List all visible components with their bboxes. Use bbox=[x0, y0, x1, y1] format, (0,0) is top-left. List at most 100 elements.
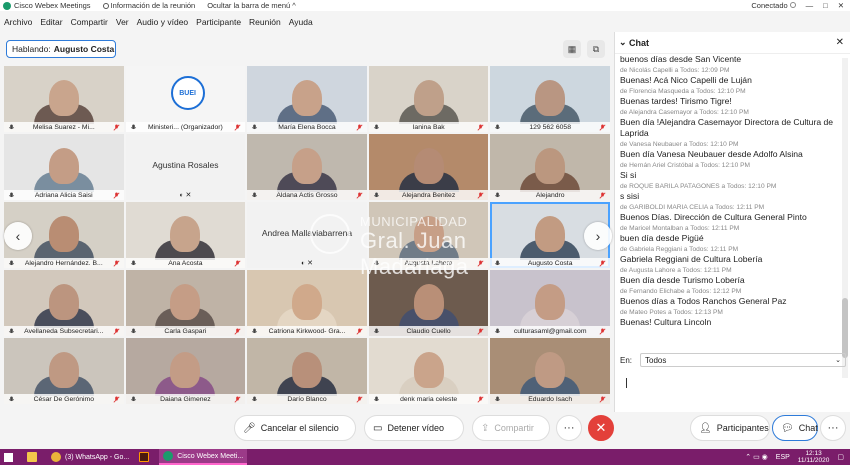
video-tile-label: culturasaml@gmail.com bbox=[490, 326, 610, 336]
previous-page-arrow-icon[interactable]: ‹ bbox=[4, 222, 32, 250]
video-tile[interactable]: Avellaneda Subsecretari... bbox=[4, 270, 124, 336]
chat-message-input[interactable] bbox=[620, 374, 846, 404]
video-tile[interactable]: Aldana Actis Grosso bbox=[247, 134, 367, 200]
menu-audio-video[interactable]: Audio y vídeo bbox=[137, 17, 189, 27]
video-tile[interactable]: Augusta Lahore bbox=[368, 202, 489, 268]
grid-view-icon[interactable]: ▦ bbox=[563, 40, 581, 58]
video-tile[interactable]: Alejandro bbox=[490, 134, 610, 200]
participant-name: Catriona Kirkwood- Gra... bbox=[268, 327, 346, 335]
close-window-button[interactable]: ✕ bbox=[838, 1, 844, 10]
video-tile[interactable]: Claudio Cuello bbox=[368, 270, 489, 336]
menu-editar[interactable]: Editar bbox=[40, 17, 62, 27]
next-page-arrow-icon[interactable]: › bbox=[584, 222, 612, 250]
participant-name: Carla Gaspari bbox=[164, 327, 207, 335]
taskbar-file-explorer[interactable] bbox=[23, 449, 45, 465]
video-tile[interactable]: Catriona Kirkwood- Gra... bbox=[247, 270, 367, 336]
participant-name: Adriana Alicia Saisi bbox=[34, 191, 93, 199]
video-tile-label: Ianina Bak bbox=[368, 122, 489, 132]
muted-mic-icon bbox=[477, 396, 484, 403]
muted-mic-icon bbox=[356, 396, 363, 403]
muted-mic-icon bbox=[477, 260, 484, 267]
taskbar-webex[interactable]: Cisco Webex Meeti... bbox=[159, 449, 248, 465]
minimize-button[interactable]: — bbox=[806, 1, 814, 10]
taskbar-chrome-whatsapp[interactable]: (3) WhatsApp - Go... bbox=[47, 449, 133, 465]
menu-compartir[interactable]: Compartir bbox=[71, 17, 108, 27]
leave-meeting-button[interactable]: ✕ bbox=[588, 415, 614, 441]
video-tile-label: César De Gerónimo bbox=[4, 394, 124, 404]
menu-bar: Archivo Editar Compartir Ver Audio y víd… bbox=[0, 13, 321, 31]
share-button[interactable]: ⇪ Compartir bbox=[472, 415, 550, 441]
participant-video-face bbox=[170, 216, 201, 252]
more-options-button[interactable]: ··· bbox=[556, 415, 582, 441]
taskbar-illustrator[interactable] bbox=[135, 449, 157, 465]
chevron-down-icon: ⌄ bbox=[835, 357, 841, 364]
participant-video-face bbox=[170, 352, 201, 388]
chat-button-label: Chat bbox=[798, 423, 818, 433]
muted-mic-icon bbox=[113, 328, 120, 335]
video-tile[interactable]: Daiana Gimenez bbox=[125, 338, 246, 404]
participant-video-face bbox=[413, 216, 444, 252]
close-chat-icon[interactable]: ✕ bbox=[836, 37, 844, 48]
video-tile[interactable]: César De Gerónimo bbox=[4, 338, 124, 404]
layout-switch-icon[interactable]: ⧉ bbox=[587, 40, 605, 58]
meeting-info-label: Información de la reunión bbox=[110, 1, 196, 10]
maximize-button[interactable]: □ bbox=[823, 1, 828, 10]
chevron-down-icon[interactable]: ⌄ bbox=[619, 37, 629, 48]
chat-scrollbar[interactable] bbox=[842, 58, 848, 378]
video-tile[interactable]: BUEI Ministeri... (Organizador) bbox=[125, 66, 246, 132]
video-tile-label: Carla Gaspari bbox=[125, 326, 246, 336]
video-tile[interactable]: Darío Blanco bbox=[247, 338, 367, 404]
menu-reunion[interactable]: Reunión bbox=[249, 17, 281, 27]
chat-recipient-select[interactable]: Todos ⌄ bbox=[640, 353, 846, 367]
chat-scroll-thumb[interactable] bbox=[842, 298, 848, 358]
chat-button[interactable]: 💬︎ Chat bbox=[772, 415, 818, 441]
language-indicator[interactable]: ESP bbox=[776, 454, 790, 461]
menu-ver[interactable]: Ver bbox=[116, 17, 129, 27]
video-tile[interactable]: culturasaml@gmail.com bbox=[490, 270, 610, 336]
unmute-button[interactable]: 🎤︎ Cancelar el silencio bbox=[234, 415, 356, 441]
video-tile[interactable]: denk maria celeste bbox=[368, 338, 489, 404]
participant-name: César De Gerónimo bbox=[33, 395, 95, 403]
video-tile[interactable]: Eduardo Isach bbox=[490, 338, 610, 404]
video-tile-label: ◐ ✕ bbox=[247, 258, 367, 268]
participant-name: Daiana Gimenez bbox=[160, 395, 211, 403]
video-tile[interactable]: Ana Acosta bbox=[125, 202, 246, 268]
notifications-icon[interactable]: ▢ bbox=[837, 453, 844, 461]
video-tile[interactable]: 129 562 6058 bbox=[490, 66, 610, 132]
participant-video-face bbox=[291, 80, 322, 116]
video-tile[interactable]: Adriana Alicia Saisi bbox=[4, 134, 124, 200]
share-icon: ⇪ bbox=[481, 422, 490, 434]
menu-participante[interactable]: Participante bbox=[196, 17, 241, 27]
meeting-info-link[interactable]: Información de la reunión bbox=[102, 1, 196, 10]
muted-mic-icon bbox=[356, 192, 363, 199]
video-tile[interactable]: Ianina Bak bbox=[368, 66, 489, 132]
video-tile[interactable]: Carla Gaspari bbox=[125, 270, 246, 336]
chat-message-text: Buen día desde Turismo Lobería bbox=[620, 275, 745, 285]
video-tile-label: Augusto Costa bbox=[490, 258, 610, 268]
video-tile[interactable]: Agustina Rosales ◐ ✕ bbox=[125, 134, 246, 200]
chat-message-sender: de Florencia Masqueda a Todos: 12:10 PM bbox=[620, 88, 746, 95]
microphone-icon bbox=[373, 328, 380, 335]
hide-menu-bar-button[interactable]: Ocultar la barra de menú ^ bbox=[207, 1, 296, 10]
chat-message-text: s sisi bbox=[620, 191, 640, 201]
participant-video-face bbox=[535, 80, 566, 116]
clock[interactable]: 12:13 11/11/2020 bbox=[798, 450, 830, 464]
participants-button[interactable]: 👤︎ Participantes bbox=[690, 415, 770, 441]
share-label: Compartir bbox=[494, 423, 534, 433]
video-tile[interactable]: María Elena Bocca bbox=[247, 66, 367, 132]
menu-archivo[interactable]: Archivo bbox=[4, 17, 32, 27]
video-tile-label: Melisa Suarez - Mi... bbox=[4, 122, 124, 132]
webex-logo-icon bbox=[3, 1, 11, 10]
video-off-participant-name: Agustina Rosales bbox=[152, 160, 219, 170]
video-tile[interactable]: Andrea Mallaviabarrena ◐ ✕ bbox=[247, 202, 367, 268]
panel-more-button[interactable]: ··· bbox=[820, 415, 846, 441]
video-tile[interactable]: Alejandra Benitez bbox=[368, 134, 489, 200]
start-button[interactable] bbox=[0, 449, 21, 465]
video-tile[interactable]: Melisa Suarez - Mi... bbox=[4, 66, 124, 132]
chat-message-sender: de Maricel Montalban a Todos: 12:11 PM bbox=[620, 225, 740, 232]
microphone-icon bbox=[251, 124, 258, 131]
window-titlebar: Cisco Webex Meetings Información de la r… bbox=[0, 0, 850, 11]
system-tray-icons[interactable]: ⌃ ▭ ◉ bbox=[745, 453, 767, 461]
stop-video-button[interactable]: ▭ Detener vídeo bbox=[364, 415, 464, 441]
menu-ayuda[interactable]: Ayuda bbox=[289, 17, 313, 27]
